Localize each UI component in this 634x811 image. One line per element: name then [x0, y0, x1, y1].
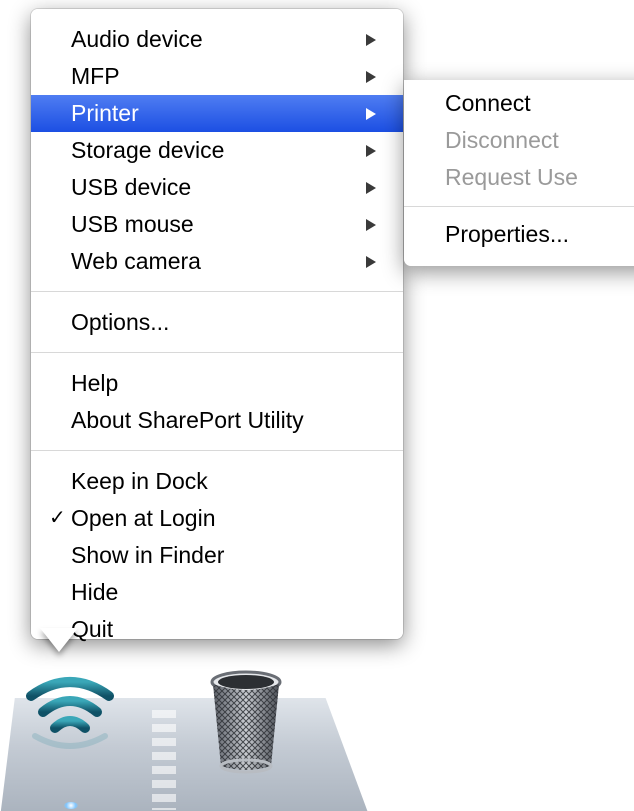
- menu-item-keep-in-dock[interactable]: Keep in Dock: [31, 463, 403, 500]
- dock-context-menu: Audio device MFP Printer Storage device …: [31, 9, 403, 642]
- menu-item-help[interactable]: Help: [31, 365, 403, 402]
- menu-separator: [31, 450, 403, 451]
- checkmark-icon: ✓: [49, 507, 66, 529]
- submenu-arrow-icon: [366, 256, 376, 268]
- menu-item-label: USB device: [71, 174, 192, 200]
- menu-item-storage-device[interactable]: Storage device: [31, 132, 403, 169]
- menu-item-label: Web camera: [71, 248, 201, 274]
- submenu-item-request-use: Request Use: [404, 159, 634, 196]
- menu-item-label: Storage device: [71, 137, 225, 163]
- menu-item-label: Hide: [71, 579, 119, 605]
- submenu-arrow-icon: [366, 108, 376, 120]
- desktop: Audio device MFP Printer Storage device …: [0, 0, 634, 811]
- menu-item-label: Show in Finder: [71, 542, 225, 568]
- menu-item-mfp[interactable]: MFP: [31, 58, 403, 95]
- submenu-item-properties[interactable]: Properties...: [404, 216, 634, 253]
- trash-icon[interactable]: [207, 670, 285, 775]
- menu-item-hide[interactable]: Hide: [31, 574, 403, 611]
- menu-item-label: Keep in Dock: [71, 468, 208, 494]
- submenu-item-label: Properties...: [445, 221, 569, 247]
- menu-item-label: Audio device: [71, 26, 203, 52]
- submenu-separator: [404, 206, 634, 207]
- menu-separator: [31, 352, 403, 353]
- submenu-item-label: Request Use: [445, 164, 578, 190]
- menu-item-usb-device[interactable]: USB device: [31, 169, 403, 206]
- shareport-wifi-icon[interactable]: [25, 672, 115, 752]
- submenu-arrow-icon: [366, 219, 376, 231]
- menu-item-label: USB mouse: [71, 211, 194, 237]
- running-indicator-icon: [64, 802, 78, 809]
- menu-item-quit[interactable]: Quit: [31, 611, 403, 648]
- menu-separator: [31, 291, 403, 292]
- menu-item-label: Open at Login: [71, 505, 216, 531]
- submenu-arrow-icon: [366, 71, 376, 83]
- dock-divider: [152, 710, 176, 810]
- menu-item-label: Help: [71, 370, 119, 396]
- menu-item-audio-device[interactable]: Audio device: [31, 21, 403, 58]
- submenu-item-disconnect: Disconnect: [404, 122, 634, 159]
- menu-item-show-in-finder[interactable]: Show in Finder: [31, 537, 403, 574]
- menu-item-open-at-login[interactable]: ✓ Open at Login: [31, 500, 403, 537]
- submenu-item-connect[interactable]: Connect: [404, 85, 634, 122]
- menu-item-web-camera[interactable]: Web camera: [31, 243, 403, 280]
- menu-item-usb-mouse[interactable]: USB mouse: [31, 206, 403, 243]
- dock: [0, 670, 634, 811]
- submenu-item-label: Connect: [445, 90, 531, 116]
- submenu-arrow-icon: [366, 182, 376, 194]
- submenu-item-label: Disconnect: [445, 127, 559, 153]
- printer-submenu: Connect Disconnect Request Use Propertie…: [404, 80, 634, 266]
- menu-item-printer[interactable]: Printer: [31, 95, 403, 132]
- menu-pointer-arrow: [40, 628, 78, 652]
- menu-item-label: MFP: [71, 63, 120, 89]
- menu-item-options[interactable]: Options...: [31, 304, 403, 341]
- menu-item-label: Printer: [71, 100, 139, 126]
- menu-item-label: About SharePort Utility: [71, 407, 304, 433]
- menu-item-about[interactable]: About SharePort Utility: [31, 402, 403, 439]
- submenu-arrow-icon: [366, 145, 376, 157]
- submenu-arrow-icon: [366, 34, 376, 46]
- menu-item-label: Options...: [71, 309, 170, 335]
